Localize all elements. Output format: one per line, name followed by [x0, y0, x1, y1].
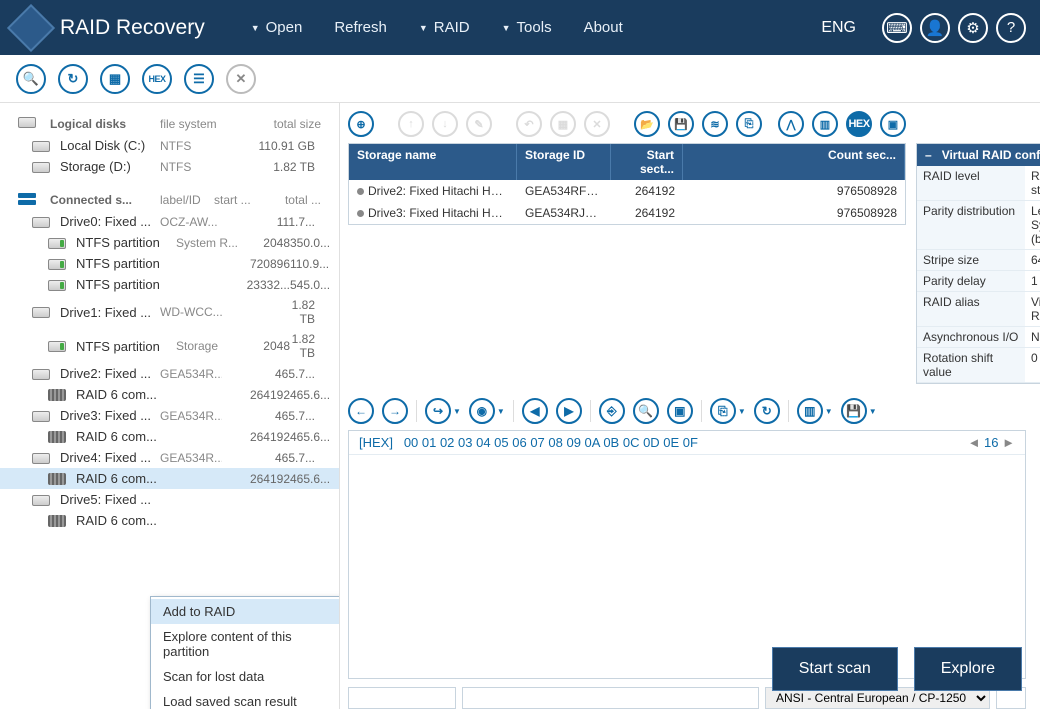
settings-icon[interactable]: ⚙ [958, 13, 988, 43]
export-icon[interactable]: ⎘ [736, 111, 762, 137]
context-menu-item[interactable]: Load saved scan result [151, 689, 340, 709]
sidebar: Logical disks file system total size Loc… [0, 103, 340, 709]
open-file-icon[interactable]: 📂 [634, 111, 660, 137]
nav-back-icon[interactable]: ← [348, 398, 374, 424]
main-toolbar: 🔍 ↻ ▦ HEX ☰ ✕ [0, 55, 1040, 103]
storage-row[interactable]: NTFS partitionStorage 20481.82 TB [0, 329, 339, 363]
storage-row[interactable]: RAID 6 com... [0, 510, 339, 531]
save-hex-icon[interactable]: 💾 [841, 398, 867, 424]
storage-row[interactable]: NTFS partition 23332...545.0... [0, 274, 339, 295]
storage-toolbar: ⊕ ↑ ↓ ✎ ↶ ▦ ✕ 📂 💾 ≋ ⎘ ⋀ ▥ [348, 111, 906, 137]
close-icon[interactable]: ✕ [226, 64, 256, 94]
menu-about[interactable]: About [570, 13, 637, 42]
list-icon[interactable]: ▦ [100, 64, 130, 94]
keyboard-icon[interactable]: ⌨ [882, 13, 912, 43]
search-icon[interactable]: 🔍 [16, 64, 46, 94]
refresh-icon[interactable]: ↻ [58, 64, 88, 94]
raid-config-row[interactable]: Rotation shift value0 [917, 348, 1040, 383]
raid-member-row[interactable]: Drive3: Fixed Hitachi HDP7250... GEA534R… [349, 202, 905, 224]
raid-config-row[interactable]: RAID aliasVirtual RAID [917, 292, 1040, 327]
logical-disks-header: Logical disks file system total size [0, 111, 339, 135]
grid-icon[interactable]: ▣ [880, 111, 906, 137]
pattern-icon[interactable]: ▦ [550, 111, 576, 137]
save-icon[interactable]: 💾 [668, 111, 694, 137]
menu-refresh[interactable]: Refresh [320, 13, 401, 42]
app-title: RAID Recovery [60, 16, 205, 40]
logical-disk-row[interactable]: Storage (D:)NTFS1.82 TB [0, 156, 339, 177]
app-header: RAID Recovery ▼Open Refresh ▼RAID ▼Tools… [0, 0, 1040, 55]
main-menu: ▼Open Refresh ▼RAID ▼Tools About [237, 13, 637, 42]
layers-icon[interactable]: ≋ [702, 111, 728, 137]
raid-config-row[interactable]: RAID levelRAID 5 - stripe se▼ [917, 166, 1040, 201]
menu-list-icon[interactable]: ☰ [184, 64, 214, 94]
raid-config-row[interactable]: Parity distributionLeft-Symmetric (ba▼ [917, 201, 1040, 250]
nav-forward-icon[interactable]: → [382, 398, 408, 424]
hex-viewer[interactable]: [HEX] 00 01 02 03 04 05 06 07 08 09 0A 0… [348, 430, 1026, 679]
storage-row[interactable]: Drive1: Fixed ...WD-WCC... 1.82 TB [0, 295, 339, 329]
raid-member-row[interactable]: Drive2: Fixed Hitachi HDP7250... GEA534R… [349, 180, 905, 202]
storage-row[interactable]: Drive5: Fixed ... [0, 489, 339, 510]
hex-mode-icon[interactable]: HEX [142, 64, 172, 94]
storage-row[interactable]: RAID 6 com... 264192465.6... [0, 426, 339, 447]
storage-row[interactable]: Drive3: Fixed ...GEA534R... 465.7... [0, 405, 339, 426]
find-icon[interactable]: 🔍 [633, 398, 659, 424]
copy-icon[interactable]: ⎘ [710, 398, 736, 424]
edit-icon[interactable]: ✎ [466, 111, 492, 137]
jump-icon[interactable]: ↪ [425, 398, 451, 424]
context-menu-item[interactable]: Add to RAID [151, 599, 340, 624]
menu-open[interactable]: ▼Open [237, 13, 317, 42]
raid-config-panel: –Virtual RAID configuration RAID levelRA… [916, 143, 1040, 384]
context-menu-item[interactable]: Explore content of this partition [151, 624, 340, 664]
offset-input[interactable] [348, 687, 456, 709]
move-down-icon[interactable]: ↓ [432, 111, 458, 137]
main-panel: ⊕ ↑ ↓ ✎ ↶ ▦ ✕ 📂 💾 ≋ ⎘ ⋀ ▥ [340, 103, 1040, 709]
tag-next-icon[interactable]: ▶ [556, 398, 582, 424]
menu-raid[interactable]: ▼RAID [405, 13, 484, 42]
context-menu: Add to RAIDExplore content of this parti… [150, 596, 340, 709]
user-icon[interactable]: 👤 [920, 13, 950, 43]
connected-storages-header: Connected s... label/ID start ... total … [0, 187, 339, 211]
raid-config-row[interactable]: Asynchronous I/ONo▼ [917, 327, 1040, 348]
storage-row[interactable]: RAID 6 com... 264192465.6... [0, 468, 339, 489]
storage-row[interactable]: Drive2: Fixed ...GEA534R... 465.7... [0, 363, 339, 384]
help-icon[interactable]: ? [996, 13, 1026, 43]
storage-row[interactable]: Drive4: Fixed ...GEA534R... 465.7... [0, 447, 339, 468]
goto-icon[interactable]: ⎆ [599, 398, 625, 424]
app-logo-icon [7, 3, 55, 51]
raid-config-row[interactable]: Parity delay1 [917, 271, 1040, 292]
language-selector[interactable]: ENG [821, 19, 856, 37]
remove-icon[interactable]: ✕ [584, 111, 610, 137]
tag-prev-icon[interactable]: ◀ [522, 398, 548, 424]
storage-table: Storage name Storage ID Start sect... Co… [348, 143, 906, 225]
reload-icon[interactable]: ↻ [754, 398, 780, 424]
collapse-icon[interactable]: – [925, 148, 932, 162]
storage-row[interactable]: RAID 6 com... 264192465.6... [0, 384, 339, 405]
build-raid-icon[interactable]: ⊕ [348, 111, 374, 137]
hex-toolbar: ← → ↪▼ ◉▼ ◀ ▶ ⎆ 🔍 ▣ ⎘▼ ↻ ▥▼ 💾▼ [348, 398, 1026, 424]
activity-icon[interactable]: ⋀ [778, 111, 804, 137]
logical-disk-row[interactable]: Local Disk (C:)NTFS110.91 GB [0, 135, 339, 156]
storage-row[interactable]: Drive0: Fixed ...OCZ-AW... 111.7... [0, 211, 339, 232]
start-scan-button[interactable]: Start scan [772, 647, 898, 691]
chart-icon[interactable]: ▥ [812, 111, 838, 137]
move-up-icon[interactable]: ↑ [398, 111, 424, 137]
storage-row[interactable]: NTFS partition 720896110.9... [0, 253, 339, 274]
value-input[interactable] [462, 687, 759, 709]
hex-toggle-icon[interactable]: HEX [846, 111, 872, 137]
menu-tools[interactable]: ▼Tools [488, 13, 566, 42]
footer-actions: Start scan Explore [772, 647, 1022, 691]
context-menu-item[interactable]: Scan for lost data [151, 664, 340, 689]
storage-row[interactable]: NTFS partitionSystem R... 2048350.0... [0, 232, 339, 253]
bookmark-icon[interactable]: ◉ [469, 398, 495, 424]
undo-icon[interactable]: ↶ [516, 111, 542, 137]
columns-icon[interactable]: ▥ [797, 398, 823, 424]
explore-button[interactable]: Explore [914, 647, 1022, 691]
raid-config-row[interactable]: Stripe size64KB▼ [917, 250, 1040, 271]
select-icon[interactable]: ▣ [667, 398, 693, 424]
